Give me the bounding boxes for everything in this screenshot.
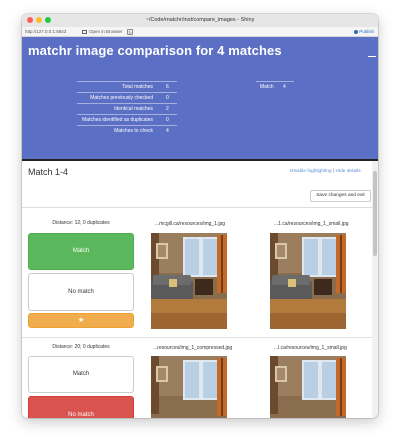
stat-value: 0 [166,117,169,123]
link-separator: | [332,169,335,174]
comparison-row: Distance: 12; 0 duplicates Match No matc… [22,213,372,335]
stat-row: Matches previously checked 0 [77,92,177,103]
url-text: http://127.0.0.1:5843 [25,29,67,34]
room-photo-left [151,233,227,329]
room-photo-right [270,356,346,418]
image-caption-right: ...1.ca/resources/img_1_small.jpg [274,221,349,227]
stat-value: 4 [166,128,169,134]
stat-row: Matches identified as duplicates 0 [77,114,177,125]
app-window: ~/Code/matchr/inst/compare_images - Shin… [22,14,378,418]
star-icon: ★ [77,317,85,324]
stat-row: Total matches 6 [77,81,177,92]
stat-row: Identical matches 2 [77,103,177,114]
stat-label: Matches identified as duplicates [82,117,153,123]
window-titlebar: ~/Code/matchr/inst/compare_images - Shin… [22,14,378,27]
refresh-icon[interactable]: ↻ [127,29,133,35]
hide-details-link[interactable]: Hide details [336,169,361,174]
match-stat-value: 4 [283,84,286,90]
stat-value: 2 [166,106,169,112]
stat-label: Total matches [122,84,153,90]
viewer-toolbar: http://127.0.0.1:5843 Open in Browser ↻ … [22,27,378,37]
image-caption-left: ...resources/img_1_compressed.jpg [153,345,233,351]
browser-icon [82,29,87,34]
open-in-browser-label: Open in Browser [89,29,123,34]
page-title: matchr image comparison for 4 matches [28,43,282,58]
stat-value: 6 [166,84,169,90]
room-photo-right [270,233,346,329]
publish-icon [354,29,359,34]
vertical-scrollbar[interactable] [372,161,378,418]
maximize-window-icon[interactable] [45,17,51,23]
divider [22,207,372,208]
match-stat-label: Match [260,84,274,90]
match-stat: Match 4 [256,81,294,92]
save-and-exit-button[interactable]: Save changes and exit [310,190,371,202]
app-header: matchr image comparison for 4 matches To… [22,37,378,159]
scrollbar-thumb[interactable] [373,171,377,256]
match-button[interactable]: Match [28,356,134,393]
open-in-browser-button[interactable]: Open in Browser [82,27,123,37]
comparison-row: Distance: 20; 0 duplicates Match No matc… [22,339,372,418]
publish-label: Publish [359,29,374,34]
room-photo-left [151,356,227,418]
close-window-icon[interactable] [27,17,33,23]
distance-text: Distance: 12; 0 duplicates [52,220,110,226]
row-divider [22,337,372,338]
publish-button[interactable]: Publish [354,27,374,37]
no-match-button[interactable]: No match [28,396,134,418]
stat-label: Matches to check [114,128,153,134]
image-caption-left: ...mcgill.ca/resources/img_1.jpg [155,221,226,227]
no-match-button[interactable]: No match [28,273,134,311]
display-links: Disable highlighting | Hide details [290,169,361,174]
distance-text: Distance: 20; 0 duplicates [52,344,110,350]
minimize-window-icon[interactable] [36,17,42,23]
stats-table: Total matches 6 Matches previously checke… [77,81,177,136]
stat-value: 0 [166,95,169,101]
menu-dash-icon[interactable] [368,56,376,57]
stat-label: Identical matches [114,106,153,112]
disable-highlighting-link[interactable]: Disable highlighting [290,169,332,174]
image-caption-right: ...l.ca/resources/img_1_small.jpg [274,345,347,351]
match-title: Match 1-4 [28,167,69,177]
window-title: ~/Code/matchr/inst/compare_images - Shin… [145,17,255,23]
star-button[interactable]: ★ [28,313,134,328]
stat-row: Matches to check 4 [77,125,177,136]
match-button[interactable]: Match [28,233,134,270]
stat-label: Matches previously checked [90,95,153,101]
main-content: Match 1-4 Disable highlighting | Hide de… [22,161,372,418]
